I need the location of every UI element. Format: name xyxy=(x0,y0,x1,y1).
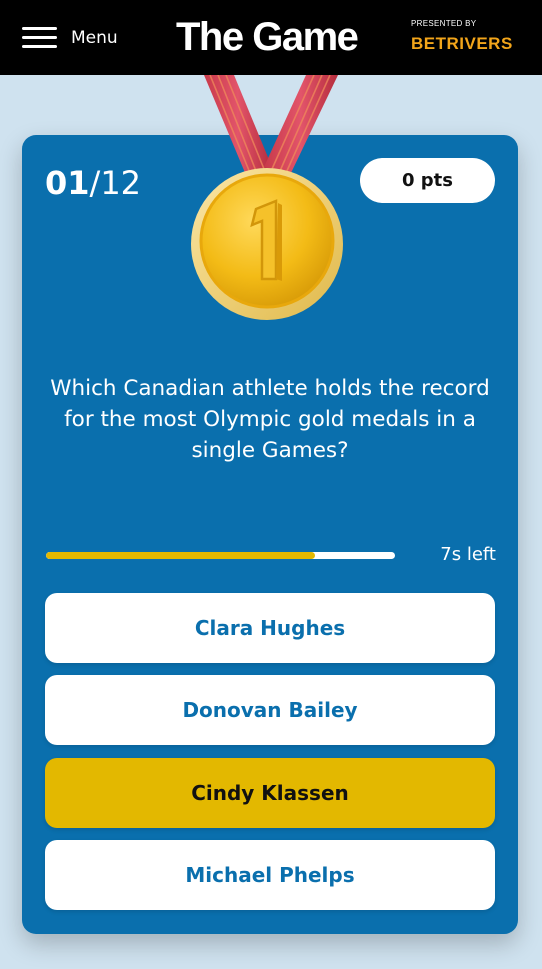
timer-bar xyxy=(46,552,395,559)
question-counter: 01/12 xyxy=(45,163,141,203)
menu-label: Menu xyxy=(71,28,118,48)
app-title: The Game xyxy=(176,15,359,59)
top-bar: Menu The Game PRESENTED BY BETRIVERS xyxy=(0,0,542,75)
answer-option-2[interactable]: Donovan Bailey xyxy=(45,675,495,745)
sponsor-logo: BETRIVERS xyxy=(411,34,513,53)
gold-medal-number-one-icon xyxy=(186,74,348,325)
answer-option-3[interactable]: Cindy Klassen xyxy=(45,758,495,828)
counter-total: /12 xyxy=(89,164,142,202)
question-text: Which Canadian athlete holds the record … xyxy=(50,376,490,463)
sponsor-caption: PRESENTED BY xyxy=(411,19,477,28)
menu-button[interactable]: Menu xyxy=(22,22,118,54)
timer-bar-fill xyxy=(46,552,315,559)
counter-current: 01 xyxy=(45,164,90,202)
answer-option-1[interactable]: Clara Hughes xyxy=(45,593,495,663)
sponsor-block: PRESENTED BY BETRIVERS xyxy=(411,19,521,55)
answer-option-4[interactable]: Michael Phelps xyxy=(45,840,495,910)
hamburger-icon xyxy=(22,27,57,49)
timer-text: 7s left xyxy=(440,544,496,565)
points-badge: 0 pts xyxy=(360,158,495,203)
